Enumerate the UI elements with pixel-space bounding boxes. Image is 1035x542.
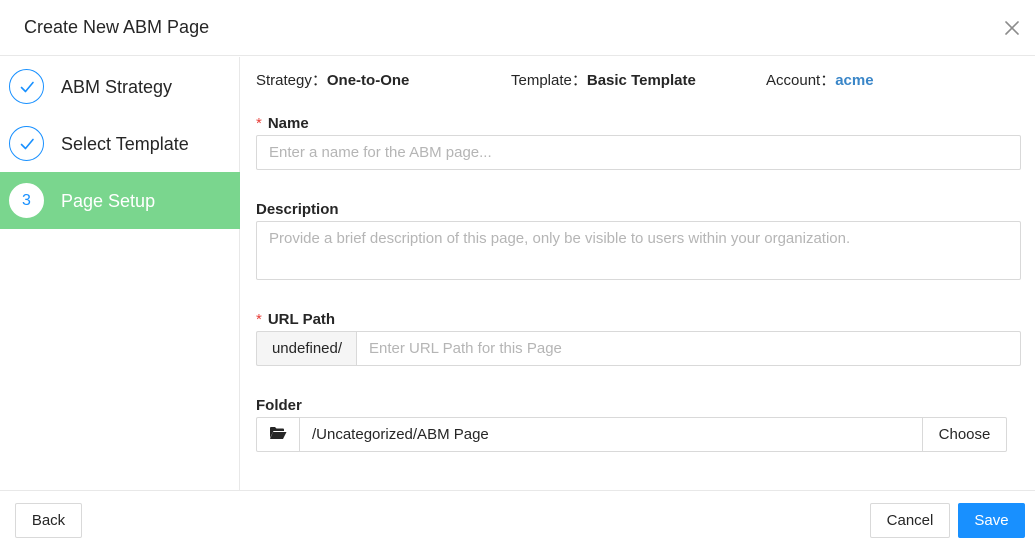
url-path-input[interactable] xyxy=(356,331,1021,366)
summary-account: Account：acme xyxy=(766,72,874,90)
name-input[interactable] xyxy=(256,135,1021,170)
dialog-title: Create New ABM Page xyxy=(24,17,210,37)
close-icon[interactable] xyxy=(1000,16,1024,40)
cancel-button[interactable]: Cancel xyxy=(870,503,950,538)
url-prefix-addon: undefined/ xyxy=(256,331,357,366)
page-setup-form: Strategy：One-to-One Template：Basic Templ… xyxy=(256,57,1021,490)
folder-open-button[interactable] xyxy=(256,417,300,452)
dialog-footer: Back Cancel Save xyxy=(0,490,1035,542)
required-mark: * xyxy=(256,311,262,328)
step-number: 3 xyxy=(9,183,44,218)
folder-choose-button[interactable]: Choose xyxy=(922,417,1007,452)
required-mark: * xyxy=(256,115,262,132)
back-button[interactable]: Back xyxy=(15,503,82,538)
name-label: * Name xyxy=(256,115,309,133)
description-label: Description xyxy=(256,201,339,218)
steps-sidebar: ABM Strategy Select Template 3 Page Setu… xyxy=(0,57,240,490)
step-select-template[interactable]: Select Template xyxy=(0,115,240,172)
summary-template-label: Template： xyxy=(511,72,587,89)
url-path-label-text: URL Path xyxy=(267,311,336,328)
description-textarea[interactable] xyxy=(256,221,1021,280)
create-abm-page-dialog: Create New ABM Page ABM Strategy Select … xyxy=(0,0,1035,542)
folder-path-input[interactable] xyxy=(299,417,923,452)
summary-template-value: Basic Template xyxy=(586,72,696,89)
step-page-setup[interactable]: 3 Page Setup xyxy=(0,172,240,229)
summary-strategy-value: One-to-One xyxy=(326,72,410,89)
summary-account-link[interactable]: acme xyxy=(835,72,873,89)
dialog-header: Create New ABM Page xyxy=(0,0,1035,56)
step-abm-strategy[interactable]: ABM Strategy xyxy=(0,58,240,115)
url-path-label: * URL Path xyxy=(256,311,335,329)
step-label: Select Template xyxy=(61,134,189,154)
step-label: ABM Strategy xyxy=(61,77,173,97)
save-button[interactable]: Save xyxy=(958,503,1025,538)
summary-strategy: Strategy：One-to-One xyxy=(256,72,409,90)
summary-strategy-label: Strategy： xyxy=(256,72,327,89)
summary-template: Template：Basic Template xyxy=(511,72,696,90)
step-label: Page Setup xyxy=(61,191,156,211)
summary-account-label: Account： xyxy=(766,72,836,89)
folder-label: Folder xyxy=(256,397,302,414)
check-icon xyxy=(9,126,44,161)
name-label-text: Name xyxy=(267,115,309,132)
folder-open-icon xyxy=(269,426,287,444)
check-icon xyxy=(9,69,44,104)
